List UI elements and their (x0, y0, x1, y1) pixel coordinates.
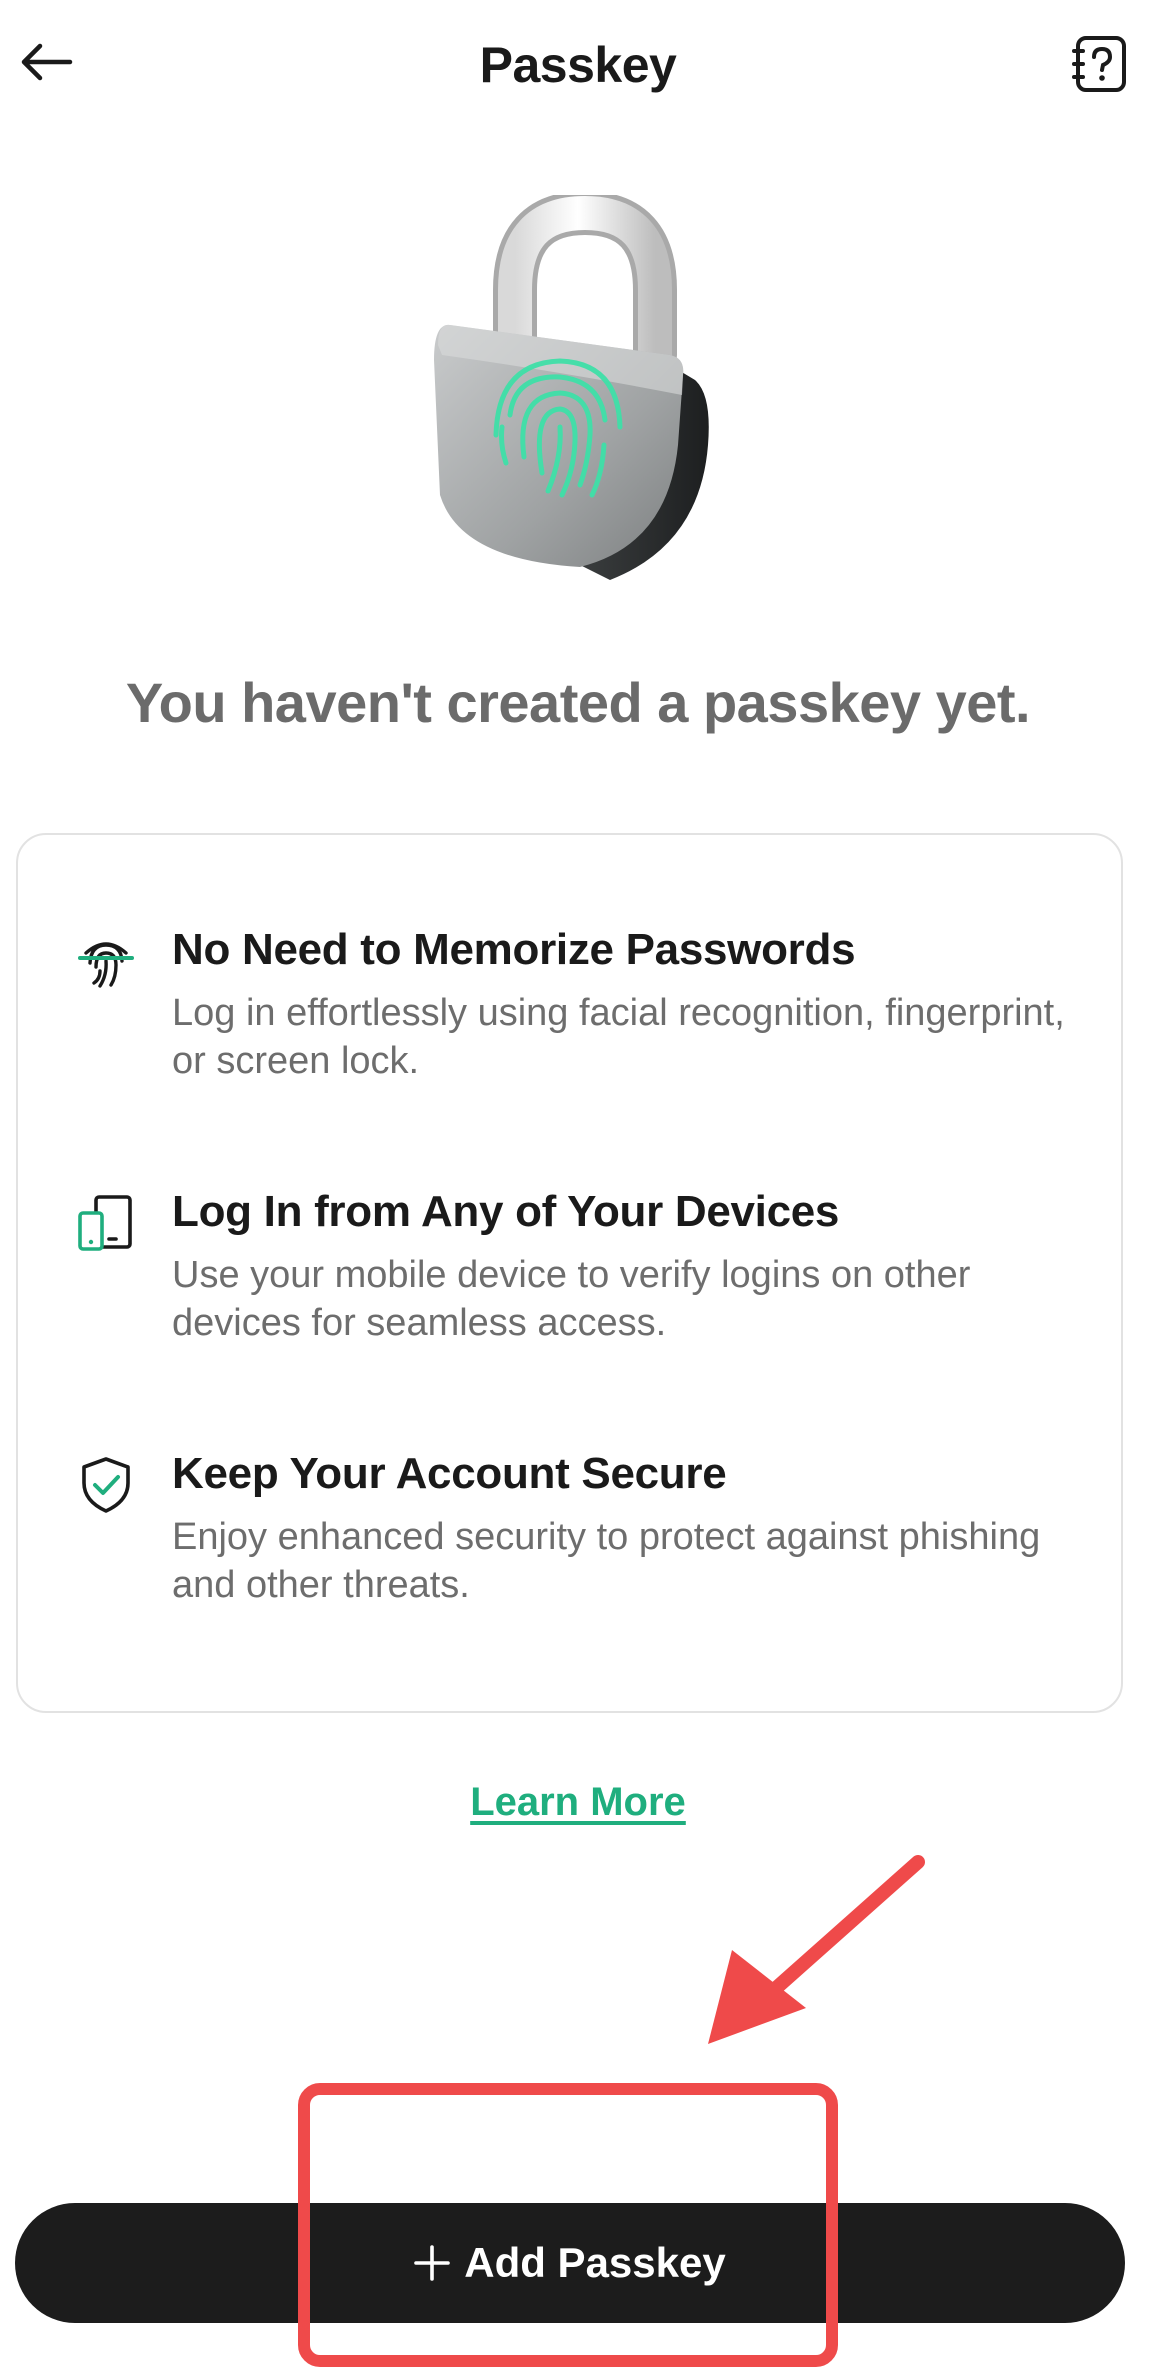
add-passkey-label: Add Passkey (464, 2239, 726, 2286)
learn-more-link[interactable]: Learn More (0, 1780, 1156, 1825)
shield-check-icon (74, 1453, 138, 1517)
feature-title: No Need to Memorize Passwords (172, 925, 856, 974)
empty-state-heading: You haven't created a passkey yet. (125, 671, 1031, 734)
page-title: Passkey (479, 37, 677, 93)
add-passkey-button[interactable]: Add Passkey (15, 2203, 1125, 2323)
benefits-card: No Need to Memorize Passwords Log in eff… (16, 833, 1123, 1713)
feature-title: Log In from Any of Your Devices (172, 1187, 840, 1236)
padlock-fingerprint-icon (420, 190, 730, 595)
devices-icon (74, 1191, 138, 1255)
passkey-page: Passkey You haven't created a passkey ye… (0, 0, 1156, 2371)
help-button[interactable] (1068, 34, 1132, 98)
feature-description: Use your mobile device to verify logins … (172, 1254, 971, 1344)
feature-description: Log in effortlessly using facial recogni… (172, 992, 1065, 1082)
fingerprint-icon (74, 929, 138, 993)
help-book-icon (1072, 35, 1128, 98)
feature-title: Keep Your Account Secure (172, 1449, 727, 1498)
plus-icon (414, 2245, 451, 2281)
feature-description: Enjoy enhanced security to protect again… (172, 1516, 1041, 1606)
annotation-arrow (690, 1850, 930, 2050)
